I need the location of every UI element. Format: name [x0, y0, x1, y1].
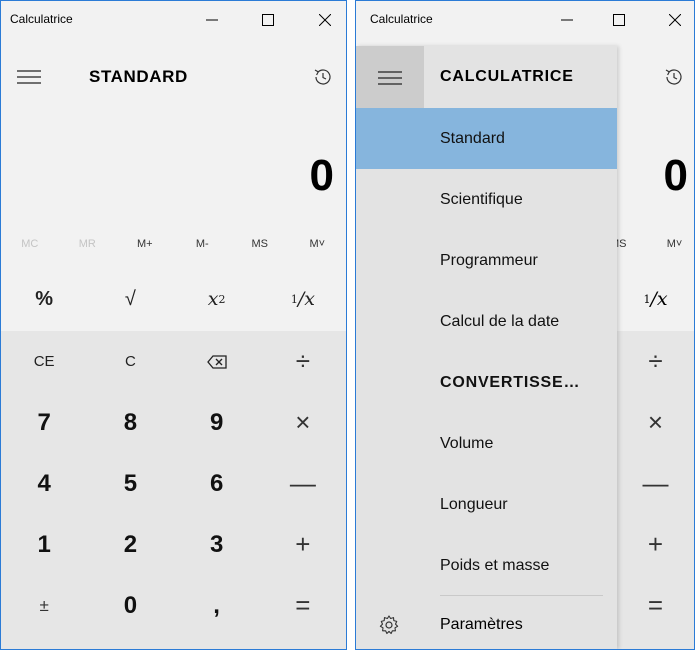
history-icon: [314, 69, 331, 85]
decimal-button[interactable]: ,: [173, 575, 260, 636]
multiply-button[interactable]: ×: [617, 392, 694, 453]
hamburger-menu-button[interactable]: [356, 46, 424, 108]
keypad-strip: ÷ × — + =: [617, 331, 694, 649]
nav-list: Standard Scientifique Programmeur Calcul…: [356, 108, 617, 596]
calculator-window-right: Calculatrice 0 MS M˅ 1/x ÷ × — + = CALCU…: [355, 0, 695, 650]
memory-recall-button[interactable]: MR: [59, 229, 117, 259]
mode-title: STANDARD: [89, 67, 188, 86]
minimize-button[interactable]: [189, 1, 235, 39]
hamburger-menu-icon: [378, 71, 402, 85]
history-button[interactable]: [311, 65, 335, 89]
close-icon: [319, 14, 331, 26]
reciprocal-button[interactable]: 1/x: [617, 267, 694, 331]
history-icon: [665, 69, 682, 85]
digit-6-button[interactable]: 6: [173, 453, 260, 514]
hamburger-menu-button[interactable]: [15, 65, 43, 89]
square-root-button[interactable]: √: [87, 267, 174, 331]
maximize-icon: [262, 14, 274, 26]
nav-item-volume[interactable]: Volume: [356, 413, 617, 474]
reciprocal-button[interactable]: 1/x: [259, 267, 346, 331]
square-exponent: 2: [218, 292, 226, 306]
digit-3-button[interactable]: 3: [173, 514, 260, 575]
equals-button[interactable]: =: [259, 575, 346, 636]
digit-4-button[interactable]: 4: [1, 453, 88, 514]
history-button[interactable]: [662, 65, 686, 89]
digit-2-button[interactable]: 2: [87, 514, 174, 575]
square-button[interactable]: x2: [173, 267, 260, 331]
percent-button[interactable]: %: [1, 267, 88, 331]
digit-7-button[interactable]: 7: [1, 392, 88, 453]
equals-button[interactable]: =: [617, 575, 694, 636]
calculator-window-left: Calculatrice STANDARD 0 MC MR M+ M- MS M…: [0, 0, 347, 650]
title-bar: Calculatrice: [1, 1, 346, 39]
keypad-fill: [1, 636, 346, 649]
hamburger-menu-icon: [17, 70, 41, 84]
reciprocal-denominator: /x: [297, 288, 315, 310]
digit-5-button[interactable]: 5: [87, 453, 174, 514]
memory-list-button[interactable]: M˅: [289, 229, 347, 259]
memory-list-button[interactable]: M˅: [653, 229, 694, 259]
memory-row-partial: MS M˅: [610, 229, 694, 259]
digit-1-button[interactable]: 1: [1, 514, 88, 575]
clear-button[interactable]: C: [87, 331, 174, 392]
nav-item-scientifique[interactable]: Scientifique: [356, 169, 617, 230]
reciprocal-numerator: 1: [290, 292, 298, 306]
result-display: 0: [309, 151, 334, 200]
square-base: x: [207, 288, 219, 310]
memory-store-button[interactable]: MS: [231, 229, 289, 259]
close-button[interactable]: [302, 1, 346, 39]
digit-8-button[interactable]: 8: [87, 392, 174, 453]
nav-section-converters: CONVERTISSE…: [440, 373, 581, 391]
memory-clear-button[interactable]: MC: [1, 229, 59, 259]
app-header: STANDARD: [1, 49, 346, 105]
maximize-button[interactable]: [245, 1, 291, 39]
reciprocal-denominator: /x: [650, 288, 668, 310]
subtract-button[interactable]: —: [617, 453, 694, 514]
backspace-button[interactable]: [173, 331, 260, 392]
minimize-icon: [206, 19, 218, 21]
divide-button[interactable]: ÷: [617, 331, 694, 392]
result-display: 0: [663, 151, 688, 200]
multiply-button[interactable]: ×: [259, 392, 346, 453]
memory-subtract-button[interactable]: M-: [174, 229, 232, 259]
subtract-button[interactable]: —: [259, 453, 346, 514]
window-title: Calculatrice: [10, 12, 73, 26]
settings-button[interactable]: Paramètres: [356, 596, 617, 649]
nav-item-calcul-date[interactable]: Calcul de la date: [356, 291, 617, 352]
digit-0-button[interactable]: 0: [87, 575, 174, 636]
divide-button[interactable]: ÷: [259, 331, 346, 392]
memory-row: MC MR M+ M- MS M˅: [1, 229, 346, 259]
add-button[interactable]: +: [259, 514, 346, 575]
navigation-pane: CALCULATRICE Standard Scientifique Progr…: [356, 46, 617, 649]
add-button[interactable]: +: [617, 514, 694, 575]
gear-icon: [379, 615, 399, 635]
memory-add-button[interactable]: M+: [116, 229, 174, 259]
nav-item-standard[interactable]: Standard: [356, 108, 617, 169]
nav-header: CALCULATRICE: [356, 46, 617, 108]
nav-item-longueur[interactable]: Longueur: [356, 474, 617, 535]
nav-item-poids-masse[interactable]: Poids et masse: [356, 535, 617, 596]
settings-label: Paramètres: [440, 616, 523, 633]
backspace-icon: [206, 354, 227, 369]
digit-9-button[interactable]: 9: [173, 392, 260, 453]
keypad: % √ x2 1/x CE C ÷ 7 8 9 × 4 5 6 — 1 2 3 …: [1, 267, 346, 649]
nav-title: CALCULATRICE: [440, 68, 574, 85]
clear-entry-button[interactable]: CE: [1, 331, 88, 392]
negate-button[interactable]: ±: [1, 575, 88, 636]
nav-item-programmeur[interactable]: Programmeur: [356, 230, 617, 291]
